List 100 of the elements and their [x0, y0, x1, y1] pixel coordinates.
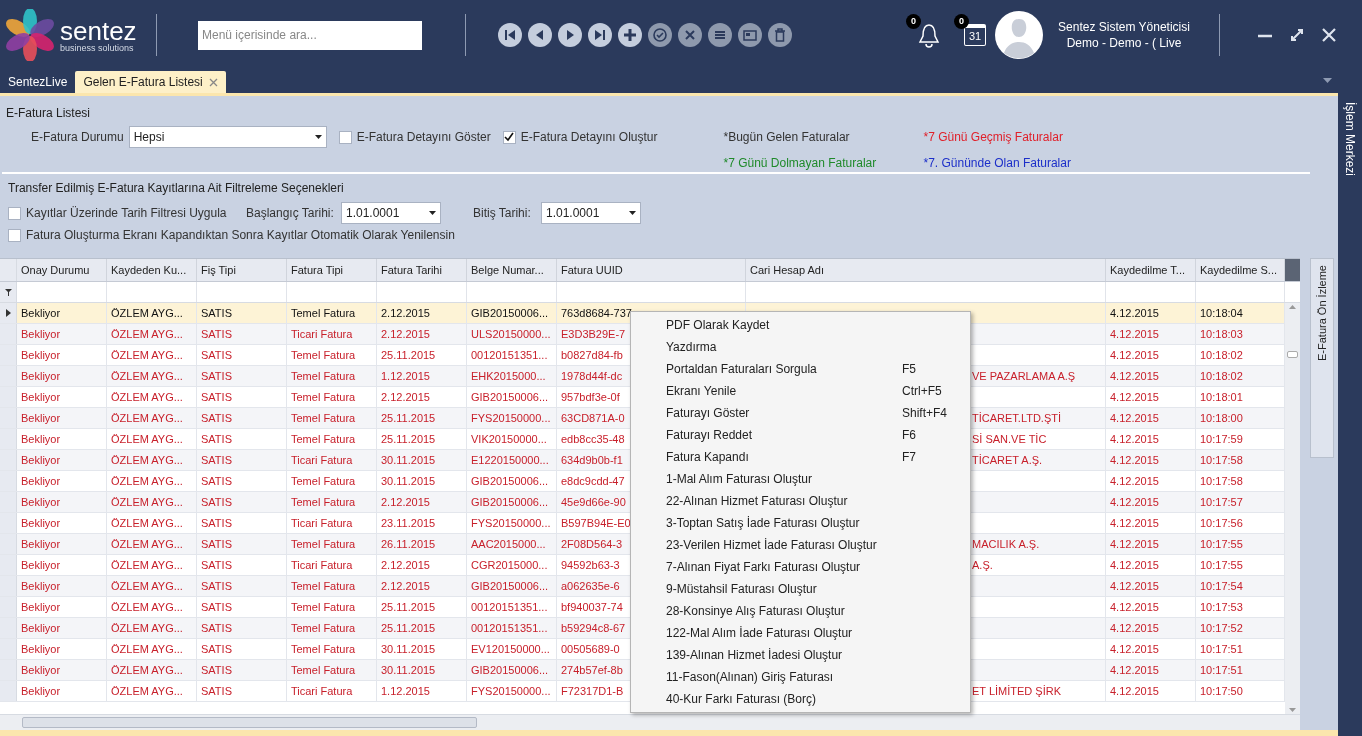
table-cell: ÖZLEM AYG...: [107, 324, 197, 344]
table-cell: 25.11.2015: [377, 429, 467, 449]
table-cell: SATIS: [197, 387, 287, 407]
table-cell: EV120150000...: [467, 639, 557, 659]
legend-label: *7 Günü Dolmayan Faturalar: [723, 155, 878, 172]
table-cell: Bekliyor: [17, 366, 107, 386]
table-cell: GIB20150006...: [467, 303, 557, 323]
table-cell: SATIS: [197, 366, 287, 386]
table-cell: Bekliyor: [17, 408, 107, 428]
logo-wordmark: sentez: [60, 17, 137, 44]
table-cell: Temel Fatura: [287, 387, 377, 407]
table-cell: 4.12.2015: [1106, 534, 1196, 554]
checkbox-label: Fatura Oluşturma Ekranı Kapandıktan Sonra Kayıtlar Otomatik Olarak Yenilensin: [26, 227, 455, 244]
table-cell: 4.12.2015: [1106, 492, 1196, 512]
table-cell: ÖZLEM AYG...: [107, 681, 197, 701]
table-cell: 25.11.2015: [377, 345, 467, 365]
table-cell: ÖZLEM AYG...: [107, 345, 197, 365]
table-cell: 1.12.2015: [377, 681, 467, 701]
table-cell: 4.12.2015: [1106, 450, 1196, 470]
table-cell: SATIS: [197, 534, 287, 554]
table-cell: Ticari Fatura: [287, 324, 377, 344]
table-cell: Bekliyor: [17, 555, 107, 575]
table-cell: Temel Fatura: [287, 597, 377, 617]
table-cell: 2.12.2015: [377, 492, 467, 512]
table-cell: GIB20150006...: [467, 576, 557, 596]
table-cell: Bekliyor: [17, 471, 107, 491]
table-cell: 4.12.2015: [1106, 681, 1196, 701]
table-cell: Bekliyor: [17, 618, 107, 638]
table-cell: SATIS: [197, 639, 287, 659]
table-cell: Bekliyor: [17, 345, 107, 365]
table-cell: SATIS: [197, 408, 287, 428]
checkbox-label: E-Fatura Detayını Göster: [356, 129, 491, 146]
table-cell: CGR2015000...: [467, 555, 557, 575]
table-cell: Temel Fatura: [287, 408, 377, 428]
table-cell: Temel Fatura: [287, 366, 377, 386]
table-cell: SATIS: [197, 492, 287, 512]
table-cell: ÖZLEM AYG...: [107, 618, 197, 638]
table-cell: 4.12.2015: [1106, 555, 1196, 575]
table-cell: SATIS: [197, 681, 287, 701]
table-cell: SATIS: [197, 618, 287, 638]
table-cell: ÖZLEM AYG...: [107, 387, 197, 407]
table-cell: Bekliyor: [17, 387, 107, 407]
table-cell: 4.12.2015: [1106, 639, 1196, 659]
table-cell: 30.11.2015: [377, 471, 467, 491]
table-cell: 4.12.2015: [1106, 597, 1196, 617]
table-cell: 4.12.2015: [1106, 303, 1196, 323]
table-cell: 4.12.2015: [1106, 513, 1196, 533]
table-cell: 4.12.2015: [1106, 408, 1196, 428]
table-cell: ÖZLEM AYG...: [107, 639, 197, 659]
table-cell: ULS20150000...: [467, 324, 557, 344]
table-cell: 2.12.2015: [377, 555, 467, 575]
table-cell: Ticari Fatura: [287, 555, 377, 575]
table-cell: Ticari Fatura: [287, 681, 377, 701]
table-cell: E1220150000...: [467, 450, 557, 470]
section-title: E-Fatura Listesi: [6, 105, 92, 122]
table-cell: Bekliyor: [17, 660, 107, 680]
table-cell: GIB20150006...: [467, 387, 557, 407]
table-cell: 30.11.2015: [377, 639, 467, 659]
legend-label: *Bugün Gelen Faturalar: [723, 129, 851, 146]
table-cell: SATIS: [197, 555, 287, 575]
table-cell: Temel Fatura: [287, 345, 377, 365]
table-cell: Temel Fatura: [287, 618, 377, 638]
table-cell: SATIS: [197, 450, 287, 470]
table-cell: 25.11.2015: [377, 618, 467, 638]
table-cell: FYS20150000...: [467, 408, 557, 428]
table-cell: Bekliyor: [17, 576, 107, 596]
field-label: E-Fatura Durumu: [31, 129, 124, 146]
table-cell: Temel Fatura: [287, 303, 377, 323]
table-cell: SATIS: [197, 576, 287, 596]
table-cell: Temel Fatura: [287, 471, 377, 491]
table-cell: ÖZLEM AYG...: [107, 492, 197, 512]
table-cell: 4.12.2015: [1106, 576, 1196, 596]
table-cell: ÖZLEM AYG...: [107, 576, 197, 596]
table-cell: 00120151351...: [467, 345, 557, 365]
table-cell: ÖZLEM AYG...: [107, 597, 197, 617]
table-cell: 30.11.2015: [377, 660, 467, 680]
table-cell: Bekliyor: [17, 681, 107, 701]
table-cell: Bekliyor: [17, 492, 107, 512]
table-cell: Temel Fatura: [287, 639, 377, 659]
table-cell: ÖZLEM AYG...: [107, 366, 197, 386]
legend-label: *7 Günü Geçmiş Faturalar: [923, 129, 1064, 146]
table-cell: FYS20150000...: [467, 513, 557, 533]
table-cell: Bekliyor: [17, 534, 107, 554]
table-cell: SATIS: [197, 345, 287, 365]
table-cell: 4.12.2015: [1106, 471, 1196, 491]
table-cell: 26.11.2015: [377, 534, 467, 554]
table-cell: 1.12.2015: [377, 366, 467, 386]
table-cell: GIB20150006...: [467, 471, 557, 491]
table-cell: SATIS: [197, 471, 287, 491]
table-cell: 30.11.2015: [377, 450, 467, 470]
table-cell: SATIS: [197, 660, 287, 680]
table-cell: 4.12.2015: [1106, 618, 1196, 638]
table-cell: Bekliyor: [17, 324, 107, 344]
table-cell: 4.12.2015: [1106, 660, 1196, 680]
checkbox-label: E-Fatura Detayını Oluştur: [520, 129, 658, 146]
field-label: Bitiş Tarihi:: [473, 205, 532, 222]
table-cell: Bekliyor: [17, 429, 107, 449]
table-cell: SATIS: [197, 597, 287, 617]
table-cell: 00120151351...: [467, 618, 557, 638]
table-cell: Temel Fatura: [287, 534, 377, 554]
